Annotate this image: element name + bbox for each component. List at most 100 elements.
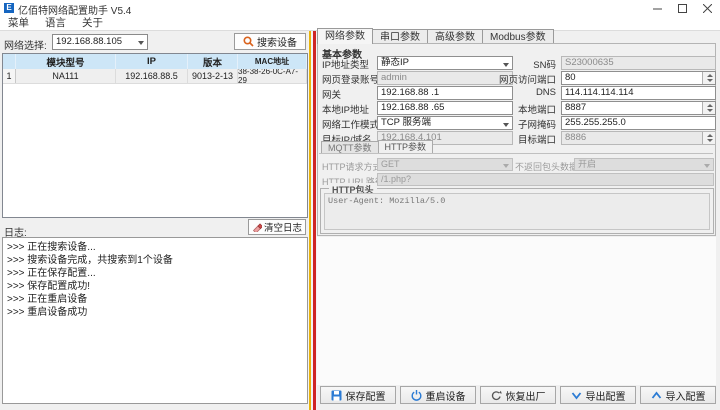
header-mac: MAC地址 <box>238 54 307 69</box>
import-config-button[interactable]: 导入配置 <box>640 386 716 404</box>
tab-serial-params[interactable]: 串口参数 <box>372 29 428 44</box>
form-row: 网页登录账号 admin 网页访问端口 80 <box>317 71 716 85</box>
chevron-down-icon <box>503 63 509 67</box>
no-header-select: 开启 <box>574 158 714 171</box>
close-icon <box>703 4 712 13</box>
maximize-button[interactable] <box>670 0 695 16</box>
chevron-down-icon <box>571 391 582 400</box>
export-config-button[interactable]: 导出配置 <box>560 386 636 404</box>
row-ip: 192.168.88.5 <box>116 69 188 83</box>
table-row[interactable]: 1 NA111 192.168.88.5 9013-2-13 38-38-26-… <box>3 69 307 84</box>
search-icon <box>243 36 254 47</box>
subnet-mask-field[interactable]: 255.255.255.0 <box>561 116 716 130</box>
subtab-http-params[interactable]: HTTP参数 <box>378 140 434 153</box>
splitter-yellow-line <box>309 31 311 410</box>
close-button[interactable] <box>695 0 720 16</box>
sn-field: S23000635 <box>561 56 716 70</box>
local-ip-value: 192.168.88 .65 <box>381 102 444 113</box>
ip-type-label: IP地址类型 <box>322 57 369 71</box>
web-port-spinner[interactable]: 80 <box>561 71 716 85</box>
target-port-spinner: 8886 <box>561 131 716 145</box>
tab-advanced-params[interactable]: 高级参数 <box>427 29 483 44</box>
parameter-tabs: 网络参数 串口参数 高级参数 Modbus参数 <box>317 28 554 44</box>
restart-device-label: 重启设备 <box>426 388 466 403</box>
row-index: 1 <box>3 69 16 83</box>
restart-device-button[interactable]: 重启设备 <box>400 386 476 404</box>
local-port-spinner[interactable]: 8887 <box>561 101 716 115</box>
work-mode-select[interactable]: TCP 服务端 <box>377 116 513 130</box>
spinner-icon[interactable] <box>702 72 715 84</box>
spinner-icon[interactable] <box>702 102 715 114</box>
network-select-dropdown[interactable]: 192.168.88.105 <box>52 34 148 50</box>
protocol-subtabs: MQTT参数 HTTP参数 <box>321 140 433 153</box>
http-method-row: HTTP请求方式 GET 不返回包头数据 开启 <box>317 158 716 172</box>
no-header-label: 不返回包头数据 <box>515 160 578 173</box>
sn-value: S23000635 <box>565 57 614 68</box>
gateway-field[interactable]: 192.168.88 .1 <box>377 86 513 100</box>
web-account-field: admin <box>377 71 513 85</box>
app-logo-icon: E <box>4 3 14 13</box>
save-config-button[interactable]: 保存配置 <box>320 386 396 404</box>
web-port-value: 80 <box>565 72 576 83</box>
panel-splitter[interactable] <box>308 31 317 410</box>
menu-item-menu[interactable]: 菜单 <box>0 16 37 31</box>
target-port-label: 目标端口 <box>518 132 556 146</box>
http-method-label: HTTP请求方式 <box>322 160 382 173</box>
ip-type-value: 静态IP <box>381 57 409 68</box>
http-headers-textarea: User-Agent: Mozilla/5.0 <box>324 193 710 230</box>
search-device-label: 搜索设备 <box>257 34 297 49</box>
subnet-mask-value: 255.255.255.0 <box>565 117 626 128</box>
work-mode-label: 网络工作模式 <box>322 117 379 131</box>
log-line: >>> 保存配置成功! <box>7 280 303 293</box>
device-panel: 网络选择: 192.168.88.105 搜索设备 模块型号 IP 版本 MAC… <box>0 31 308 410</box>
web-account-value: admin <box>381 72 407 83</box>
gateway-value: 192.168.88 .1 <box>381 87 439 98</box>
row-version: 9013-2-13 <box>188 69 238 83</box>
chevron-down-icon <box>704 164 710 168</box>
subnet-mask-label: 子网掩码 <box>518 117 556 131</box>
row-model: NA111 <box>16 69 116 83</box>
header-model: 模块型号 <box>16 54 116 69</box>
local-port-value: 8887 <box>565 102 586 113</box>
subtab-mqtt-params[interactable]: MQTT参数 <box>321 141 379 153</box>
log-line: >>> 正在重启设备 <box>7 293 303 306</box>
factory-reset-button[interactable]: 恢复出厂 <box>480 386 556 404</box>
form-row: IP地址类型 静态IP SN码 S23000635 <box>317 56 716 70</box>
clear-log-button[interactable]: 清空日志 <box>248 219 306 235</box>
http-method-value: GET <box>381 159 400 169</box>
menu-item-about[interactable]: 关于 <box>74 16 111 31</box>
local-ip-field[interactable]: 192.168.88 .65 <box>377 101 513 115</box>
header-version: 版本 <box>188 54 238 69</box>
log-line: >>> 正在保存配置... <box>7 267 303 280</box>
title-bar: E 亿佰特网络配置助手 V5.4 <box>0 0 720 16</box>
tab-network-params[interactable]: 网络参数 <box>317 28 373 44</box>
ip-type-select[interactable]: 静态IP <box>377 56 513 70</box>
log-output[interactable]: >>> 正在搜索设备... >>> 搜索设备完成，共搜索到1个设备 >>> 正在… <box>2 237 308 404</box>
dns-field[interactable]: 114.114.114.114 <box>561 86 716 100</box>
eraser-icon <box>252 222 262 232</box>
action-button-bar: 保存配置 重启设备 恢复出厂 导出配置 导入配置 <box>320 386 716 404</box>
target-port-value: 8886 <box>565 132 586 143</box>
search-device-button[interactable]: 搜索设备 <box>234 33 306 50</box>
http-headers-group: HTTP包头 User-Agent: Mozilla/5.0 <box>320 188 714 234</box>
empty-area <box>317 237 716 385</box>
tab-modbus-params[interactable]: Modbus参数 <box>482 29 554 44</box>
maximize-icon <box>678 4 687 13</box>
splitter-red-line <box>313 31 316 410</box>
dns-value: 114.114.114.114 <box>565 87 634 98</box>
http-method-select: GET <box>377 158 513 171</box>
header-index <box>3 54 16 69</box>
gateway-label: 网关 <box>322 87 341 101</box>
chevron-down-icon <box>138 41 144 45</box>
http-url-value: /1.php? <box>381 174 411 184</box>
header-ip: IP <box>116 54 188 69</box>
minimize-button[interactable] <box>645 0 670 16</box>
save-icon <box>331 390 342 401</box>
factory-reset-label: 恢复出厂 <box>506 388 546 403</box>
dns-label: DNS <box>536 87 556 98</box>
menu-item-language[interactable]: 语言 <box>37 16 74 31</box>
form-row: 本地IP地址 192.168.88 .65 本地端口 8887 <box>317 101 716 115</box>
log-line: >>> 正在搜索设备... <box>7 241 303 254</box>
chevron-down-icon <box>503 123 509 127</box>
web-account-label: 网页登录账号 <box>322 72 379 86</box>
